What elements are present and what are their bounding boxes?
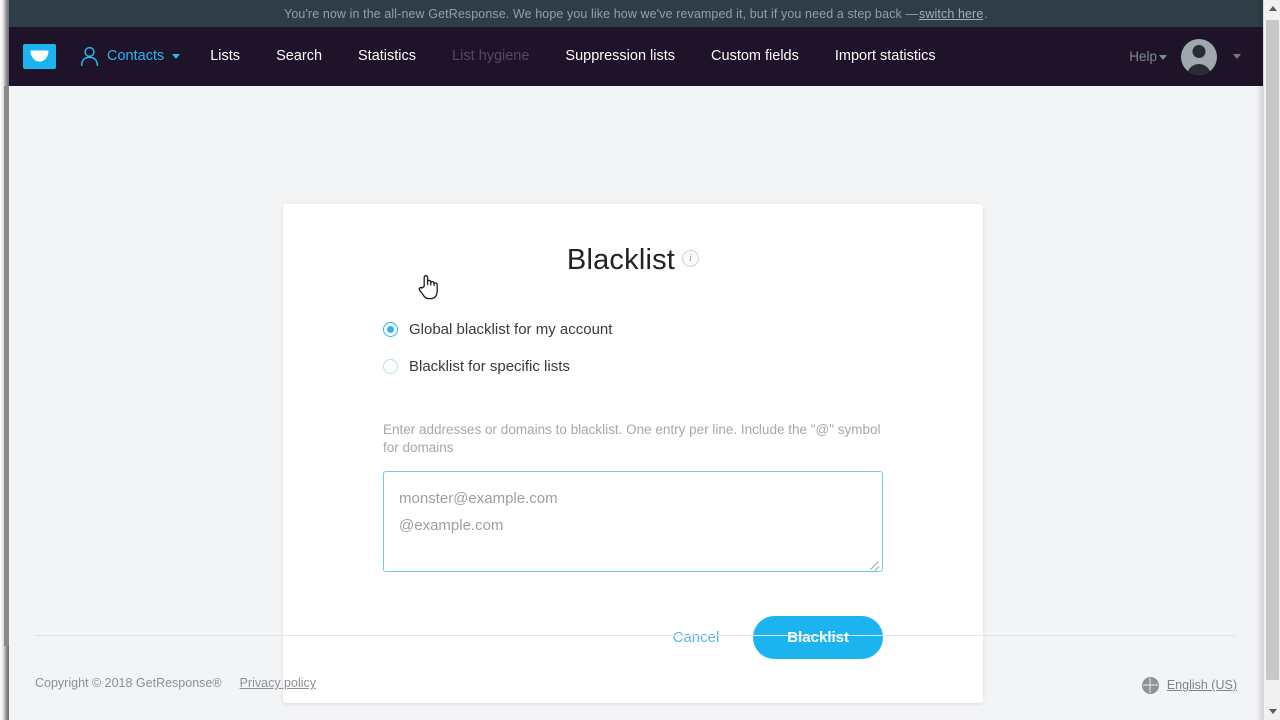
announcement-text: You're now in the all-new GetResponse. W… bbox=[284, 6, 919, 21]
scroll-up-arrow-icon[interactable] bbox=[1264, 0, 1280, 17]
blacklist-entries-input[interactable]: monster@example.com @example.com bbox=[383, 471, 883, 572]
radio-specific-input[interactable] bbox=[383, 359, 398, 374]
nav-item-lists[interactable]: Lists bbox=[192, 27, 258, 86]
textarea-placeholder-line-1: monster@example.com bbox=[399, 490, 558, 507]
switch-here-link[interactable]: switch here bbox=[919, 7, 983, 21]
person-icon bbox=[80, 46, 99, 67]
page-viewport: You're now in the all-new GetResponse. W… bbox=[9, 0, 1263, 720]
page-title: Blacklist i bbox=[383, 244, 883, 277]
blacklist-card: Blacklist i Global blacklist for my accou… bbox=[283, 204, 983, 703]
navbar-right: Help bbox=[1129, 38, 1249, 75]
radio-option-specific[interactable]: Blacklist for specific lists bbox=[383, 358, 883, 375]
nav-item-import-statistics[interactable]: Import statistics bbox=[817, 27, 954, 86]
nav-item-search[interactable]: Search bbox=[258, 27, 340, 86]
browser-scrollbar[interactable] bbox=[1263, 0, 1280, 720]
copyright-text: Copyright © 2018 GetResponse® bbox=[35, 676, 222, 690]
resize-handle-icon[interactable] bbox=[869, 558, 880, 569]
nav-items: Contacts Lists Search Statistics List hy… bbox=[107, 27, 954, 86]
account-dropdown-icon[interactable] bbox=[1233, 54, 1241, 59]
radio-option-global[interactable]: Global blacklist for my account bbox=[383, 321, 883, 338]
page-title-text: Blacklist bbox=[566, 244, 676, 276]
language-selector[interactable]: English (US) bbox=[1141, 676, 1237, 694]
nav-item-list-hygiene[interactable]: List hygiene bbox=[434, 27, 547, 86]
radio-global-label: Global blacklist for my account bbox=[409, 321, 613, 338]
page-footer: Copyright © 2018 GetResponse® Privacy po… bbox=[9, 636, 1263, 720]
page-right-shadow bbox=[1256, 0, 1263, 720]
scroll-down-arrow-icon[interactable] bbox=[1264, 703, 1280, 720]
main-navbar: Contacts Lists Search Statistics List hy… bbox=[9, 27, 1263, 86]
chevron-down-icon bbox=[172, 54, 181, 60]
announcement-banner: You're now in the all-new GetResponse. W… bbox=[9, 0, 1263, 27]
textarea-placeholder-line-2: @example.com bbox=[399, 517, 504, 534]
announcement-text-tail: . bbox=[984, 6, 988, 21]
screen: You're now in the all-new GetResponse. W… bbox=[0, 0, 1280, 720]
nav-item-contacts[interactable]: Contacts bbox=[107, 27, 170, 86]
footer-left: Copyright © 2018 GetResponse® Privacy po… bbox=[35, 676, 316, 690]
avatar[interactable] bbox=[1181, 38, 1217, 75]
browser-left-edge-strip bbox=[4, 86, 9, 646]
help-menu[interactable]: Help bbox=[1129, 49, 1167, 64]
radio-specific-label: Blacklist for specific lists bbox=[409, 358, 570, 375]
avatar-head bbox=[1192, 44, 1206, 58]
contacts-dropdown-toggle[interactable] bbox=[170, 27, 192, 86]
page-content: Blacklist i Global blacklist for my accou… bbox=[9, 86, 1263, 720]
language-link[interactable]: English (US) bbox=[1167, 678, 1237, 692]
avatar-body bbox=[1187, 63, 1211, 75]
nav-item-custom-fields[interactable]: Custom fields bbox=[693, 27, 817, 86]
nav-item-suppression-lists[interactable]: Suppression lists bbox=[547, 27, 693, 86]
help-label: Help bbox=[1129, 49, 1157, 64]
info-icon[interactable]: i bbox=[682, 249, 700, 267]
radio-global-input[interactable] bbox=[383, 322, 398, 337]
envelope-logo-icon[interactable] bbox=[23, 44, 56, 69]
scrollbar-thumb[interactable] bbox=[1266, 20, 1279, 680]
textarea-help-text: Enter addresses or domains to blacklist.… bbox=[383, 422, 881, 455]
chevron-down-icon bbox=[1159, 54, 1167, 60]
globe-icon bbox=[1141, 676, 1159, 694]
privacy-policy-link[interactable]: Privacy policy bbox=[240, 676, 316, 690]
nav-item-statistics[interactable]: Statistics bbox=[340, 27, 434, 86]
